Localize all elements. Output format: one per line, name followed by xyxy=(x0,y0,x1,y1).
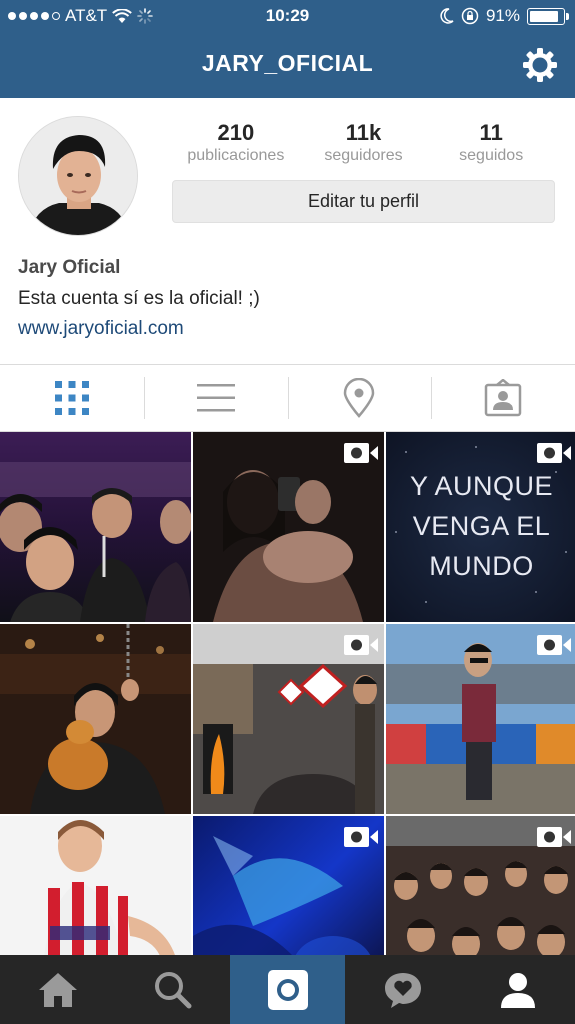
overlay-text-line: VENGA EL xyxy=(412,511,551,541)
tab-search[interactable] xyxy=(115,955,230,1024)
video-icon xyxy=(537,443,571,463)
video-icon xyxy=(537,827,571,847)
avatar[interactable] xyxy=(18,116,138,236)
profile-stats: 210 publicaciones 11k seguidores 11 segu… xyxy=(172,120,555,166)
video-icon xyxy=(344,443,378,463)
stat-value: 11 xyxy=(479,120,503,145)
post-thumbnail[interactable] xyxy=(386,816,575,955)
camera-icon xyxy=(267,969,308,1010)
post-thumbnail[interactable] xyxy=(0,816,191,955)
stat-value: 11k xyxy=(345,120,382,145)
post-thumbnail[interactable] xyxy=(193,816,384,955)
video-icon xyxy=(344,635,378,655)
grid-icon xyxy=(54,381,89,415)
post-thumbnail[interactable] xyxy=(193,624,384,814)
post-thumbnail[interactable] xyxy=(193,432,384,622)
orientation-lock-icon xyxy=(461,7,479,25)
profile-name: Jary Oficial xyxy=(18,257,121,278)
post-thumbnail[interactable] xyxy=(386,624,575,814)
tagged-person-icon xyxy=(484,379,522,417)
post-thumbnail[interactable] xyxy=(0,432,191,622)
tab-list-view[interactable] xyxy=(143,365,288,431)
top-bar: AT&T 10:29 91% JARY_OFICIAL xyxy=(0,0,575,98)
post-thumbnail[interactable] xyxy=(0,624,191,814)
stat-label: seguidores xyxy=(324,147,403,164)
profile-view-tabs xyxy=(0,364,575,432)
location-pin-icon xyxy=(344,378,375,418)
video-icon xyxy=(344,827,378,847)
tab-camera[interactable] xyxy=(230,955,345,1024)
gear-icon[interactable] xyxy=(522,47,558,83)
overlay-text-line: Y AUNQUE xyxy=(409,471,554,501)
status-bar: AT&T 10:29 91% xyxy=(0,0,575,32)
overlay-text-line: MUNDO xyxy=(429,551,534,581)
tab-tagged-view[interactable] xyxy=(431,365,575,431)
tab-activity[interactable] xyxy=(345,955,460,1024)
tab-location-view[interactable] xyxy=(287,365,432,431)
battery-percent: 91% xyxy=(485,6,520,25)
battery-icon xyxy=(527,7,569,25)
post-grid: Y AUNQUE VENGA EL MUNDO xyxy=(0,432,575,955)
tab-profile[interactable] xyxy=(460,955,575,1024)
tab-home[interactable] xyxy=(0,955,115,1024)
stat-label: seguidos xyxy=(459,147,524,164)
stat-label: publicaciones xyxy=(187,147,285,164)
post-overlay-text: Y AUNQUE VENGA EL MUNDO xyxy=(386,466,575,586)
bottom-tab-bar xyxy=(0,955,575,1024)
stat-value: 210 xyxy=(217,120,255,145)
home-icon xyxy=(38,972,77,1007)
activity-heart-icon xyxy=(384,972,421,1008)
page-title: JARY_OFICIAL xyxy=(201,50,374,76)
avatar-photo xyxy=(19,117,137,235)
stat-posts[interactable]: 210 publicaciones xyxy=(172,120,300,166)
tab-grid-view[interactable] xyxy=(0,365,144,431)
profile-icon xyxy=(500,972,535,1008)
post-thumbnail[interactable]: Y AUNQUE VENGA EL MUNDO xyxy=(386,432,575,622)
search-icon xyxy=(154,971,191,1008)
profile-bio: Esta cuenta sí es la oficial! ;) xyxy=(18,288,260,309)
moon-icon xyxy=(440,8,454,24)
edit-profile-button[interactable]: Editar tu perfil xyxy=(172,180,555,223)
stat-following[interactable]: 11 seguidos xyxy=(427,120,555,166)
stat-followers[interactable]: 11k seguidores xyxy=(300,120,428,166)
video-icon xyxy=(537,635,571,655)
list-icon xyxy=(196,384,235,412)
profile-website-link[interactable]: www.jaryoficial.com xyxy=(18,318,184,340)
